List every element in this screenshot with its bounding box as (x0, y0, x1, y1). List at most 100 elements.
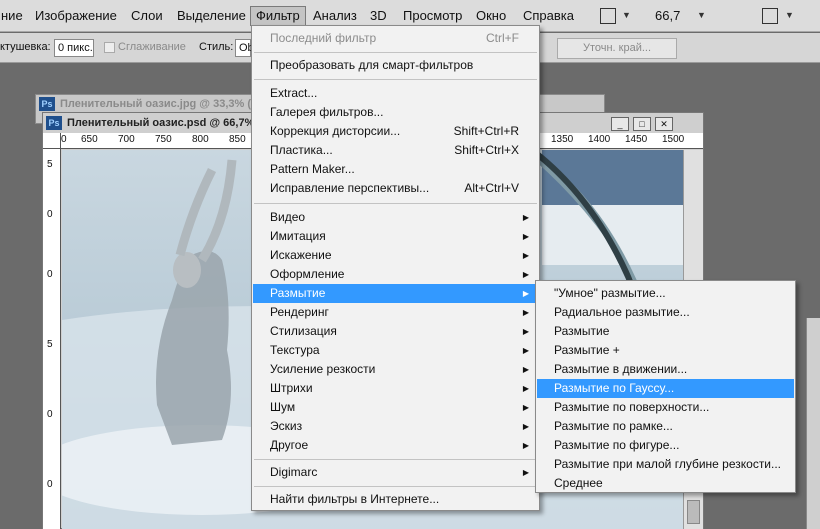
ruler-tick-label: 0 (47, 209, 53, 220)
menu-item-filter-gallery[interactable]: Галерея фильтров... (253, 103, 538, 122)
menu-item-digimarc[interactable]: Digimarc ▶ (253, 463, 538, 482)
document-title[interactable]: Пленительный оазис.psd @ 66,7% (67, 117, 254, 129)
submenu-arrow-icon: ▶ (522, 213, 529, 222)
menu-item-smart-filters[interactable]: Преобразовать для смарт-фильтров (253, 56, 538, 75)
menu-help[interactable]: Справка (518, 6, 579, 26)
menu-item-label: Видео (270, 210, 306, 224)
menu-item-texture[interactable]: Текстура ▶ (253, 341, 538, 360)
menu-item-lens-correction[interactable]: Коррекция дисторсии... Shift+Ctrl+R (253, 122, 538, 141)
ruler-tick-label: 5 (47, 339, 53, 350)
menu-item-blur[interactable]: Размытие ▶ (253, 284, 538, 303)
menu-item-video[interactable]: Видео ▶ (253, 208, 538, 227)
menu-item-motion-blur[interactable]: Размытие в движении... (537, 360, 794, 379)
menu-item-label: Исправление перспективы... (270, 181, 430, 195)
close-button[interactable]: ✕ (655, 117, 673, 131)
arrange-documents-icon[interactable] (600, 8, 616, 24)
menu-item-last-filter: Последний фильтр Ctrl+F (253, 29, 538, 48)
menu-item-blur-more[interactable]: Размытие + (537, 341, 794, 360)
menu-item-label: Другое (270, 438, 309, 452)
menu-separator (254, 486, 537, 487)
menu-item-average[interactable]: Среднее (537, 474, 794, 493)
submenu-arrow-icon: ▶ (522, 441, 529, 450)
menu-item-brush-strokes[interactable]: Штрихи ▶ (253, 379, 538, 398)
menu-item-box-blur[interactable]: Размытие по рамке... (537, 417, 794, 436)
menu-select[interactable]: Выделение (172, 6, 251, 26)
menu-item-gaussian-blur[interactable]: Размытие по Гауссу... (537, 379, 794, 398)
menu-item-extract[interactable]: Extract... (253, 84, 538, 103)
menu-item-radial-blur[interactable]: Радиальное размытие... (537, 303, 794, 322)
feather-input[interactable]: 0 пикс. (54, 39, 94, 57)
menu-item-label: Коррекция дисторсии... (270, 124, 401, 138)
menu-item-lens-blur[interactable]: Размытие при малой глубине резкости... (537, 455, 794, 474)
menu-item-label: Оформление (270, 267, 345, 281)
menu-item-pattern-maker[interactable]: Pattern Maker... (253, 160, 538, 179)
menu-item-shortcut: Shift+Ctrl+X (454, 143, 519, 157)
menu-item-pixelate[interactable]: Оформление ▶ (253, 265, 538, 284)
menu-item-label: Стилизация (270, 324, 337, 338)
menu-item-sketch[interactable]: Эскиз ▶ (253, 417, 538, 436)
menu-item-sharpen[interactable]: Усиление резкости ▶ (253, 360, 538, 379)
style-label: Стиль: (199, 41, 234, 53)
submenu-arrow-icon: ▶ (522, 346, 529, 355)
menu-item-stylize[interactable]: Стилизация ▶ (253, 322, 538, 341)
menu-item-label: Галерея фильтров... (270, 105, 384, 119)
menu-item-label: Pattern Maker... (270, 162, 355, 176)
menu-item-liquify[interactable]: Пластика... Shift+Ctrl+X (253, 141, 538, 160)
minimize-button[interactable]: _ (611, 117, 629, 131)
menu-item-distort[interactable]: Искажение ▶ (253, 246, 538, 265)
menu-item-surface-blur[interactable]: Размытие по поверхности... (537, 398, 794, 417)
ruler-tick-label: 700 (118, 134, 135, 145)
menu-item-browse-online[interactable]: Найти фильтры в Интернете... (253, 490, 538, 509)
submenu-arrow-icon: ▶ (522, 403, 529, 412)
menu-item-render[interactable]: Рендеринг ▶ (253, 303, 538, 322)
menu-item-vanishing-point[interactable]: Исправление перспективы... Alt+Ctrl+V (253, 179, 538, 198)
menu-item-label: Пластика... (270, 143, 333, 157)
menu-item-label: Extract... (270, 86, 318, 100)
document-title-back[interactable]: Пленительный оазис.jpg @ 33,3% ( (60, 98, 251, 110)
submenu-arrow-icon: ▶ (522, 365, 529, 374)
menu-window[interactable]: Окно (471, 6, 511, 26)
menu-separator (254, 203, 537, 204)
photoshop-icon: Ps (39, 97, 55, 111)
side-panel[interactable] (806, 318, 820, 529)
menu-layers[interactable]: Слои (126, 6, 168, 26)
menu-item-smart-blur[interactable]: "Умное" размытие... (537, 284, 794, 303)
menu-view[interactable]: Просмотр (398, 6, 467, 26)
style-select[interactable]: Ob (235, 39, 254, 57)
menu-item-label: Имитация (270, 229, 326, 243)
refine-edge-button[interactable]: Уточн. край... (557, 38, 677, 59)
chevron-down-icon[interactable]: ▼ (697, 10, 706, 20)
menu-item-other[interactable]: Другое ▶ (253, 436, 538, 455)
menu-item-shape-blur[interactable]: Размытие по фигуре... (537, 436, 794, 455)
menu-item-blur-basic[interactable]: Размытие (537, 322, 794, 341)
ruler-tick-label: 1450 (625, 134, 648, 145)
menu-item-label: Усиление резкости (270, 362, 376, 376)
filter-menu: Последний фильтр Ctrl+F Преобразовать дл… (251, 25, 540, 511)
antialias-checkbox[interactable] (104, 42, 115, 53)
submenu-arrow-icon: ▶ (522, 289, 529, 298)
menu-image-partial[interactable]: ние (0, 6, 28, 26)
menu-separator (254, 79, 537, 80)
menu-item-artistic[interactable]: Имитация ▶ (253, 227, 538, 246)
menu-item-label: Последний фильтр (270, 31, 377, 45)
screen-mode-icon[interactable] (762, 8, 778, 24)
chevron-down-icon[interactable]: ▼ (622, 10, 631, 20)
menu-item-label: Рендеринг (270, 305, 329, 319)
menu-3d[interactable]: 3D (365, 6, 392, 26)
scrollbar-thumb[interactable] (687, 500, 700, 524)
menu-image[interactable]: Изображение (30, 6, 122, 26)
submenu-arrow-icon: ▶ (522, 270, 529, 279)
maximize-button[interactable]: □ (633, 117, 651, 131)
menu-item-label: Искажение (270, 248, 332, 262)
ruler-tick-label: 650 (81, 134, 98, 145)
menu-filter[interactable]: Фильтр (250, 6, 306, 26)
zoom-level[interactable]: 66,7 (655, 8, 680, 23)
menu-item-shortcut: Shift+Ctrl+R (453, 124, 519, 138)
menu-item-noise[interactable]: Шум ▶ (253, 398, 538, 417)
chevron-down-icon[interactable]: ▼ (785, 10, 794, 20)
blur-submenu: "Умное" размытие... Радиальное размытие.… (535, 280, 796, 493)
menu-analysis[interactable]: Анализ (308, 6, 362, 26)
submenu-arrow-icon: ▶ (522, 422, 529, 431)
menu-item-shortcut: Ctrl+F (486, 31, 519, 45)
menu-separator (254, 52, 537, 53)
